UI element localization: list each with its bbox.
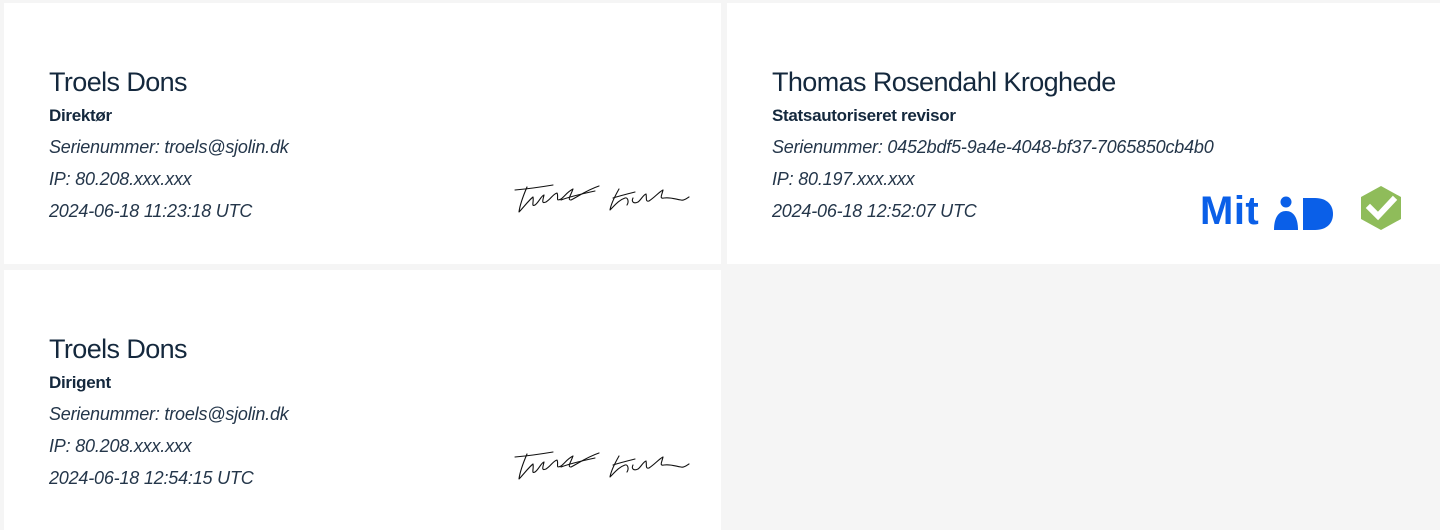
signer-role: Direktør (49, 106, 112, 125)
handwritten-signature (514, 184, 690, 213)
signer-serial: Serienummer: troels@sjolin.dk (49, 137, 289, 157)
check-shield-icon (1361, 186, 1401, 230)
signer-card: Troels Dons Dirigent Serienummer: troels… (4, 270, 721, 530)
signer-ip: IP: 80.208.xxx.xxx (49, 436, 192, 456)
signer-name: Troels Dons (49, 67, 188, 97)
mitid-logo: Mit (1200, 189, 1338, 233)
mitid-id-icon (1274, 196, 1333, 230)
signer-ip: IP: 80.208.xxx.xxx (49, 169, 192, 189)
signer-timestamp: 2024-06-18 11:23:18 UTC (49, 201, 253, 221)
signer-card: Thomas Rosendahl Kroghede Statsautoriser… (727, 3, 1440, 264)
signer-name: Thomas Rosendahl Kroghede (772, 67, 1116, 97)
signer-ip: IP: 80.197.xxx.xxx (772, 169, 915, 189)
signer-serial: Serienummer: 0452bdf5-9a4e-4048-bf37-706… (772, 137, 1214, 157)
empty-panel (727, 270, 1440, 530)
signer-timestamp: 2024-06-18 12:54:15 UTC (49, 468, 254, 488)
handwritten-signature (514, 451, 690, 480)
signer-serial: Serienummer: troels@sjolin.dk (49, 404, 289, 424)
signer-role: Dirigent (49, 373, 111, 392)
signer-name: Troels Dons (49, 334, 188, 364)
mitid-logo-text: Mit (1200, 189, 1260, 233)
signer-card: Troels Dons Direktør Serienummer: troels… (4, 3, 721, 264)
signer-role: Statsautoriseret revisor (772, 106, 956, 125)
signer-timestamp: 2024-06-18 12:52:07 UTC (772, 201, 977, 221)
